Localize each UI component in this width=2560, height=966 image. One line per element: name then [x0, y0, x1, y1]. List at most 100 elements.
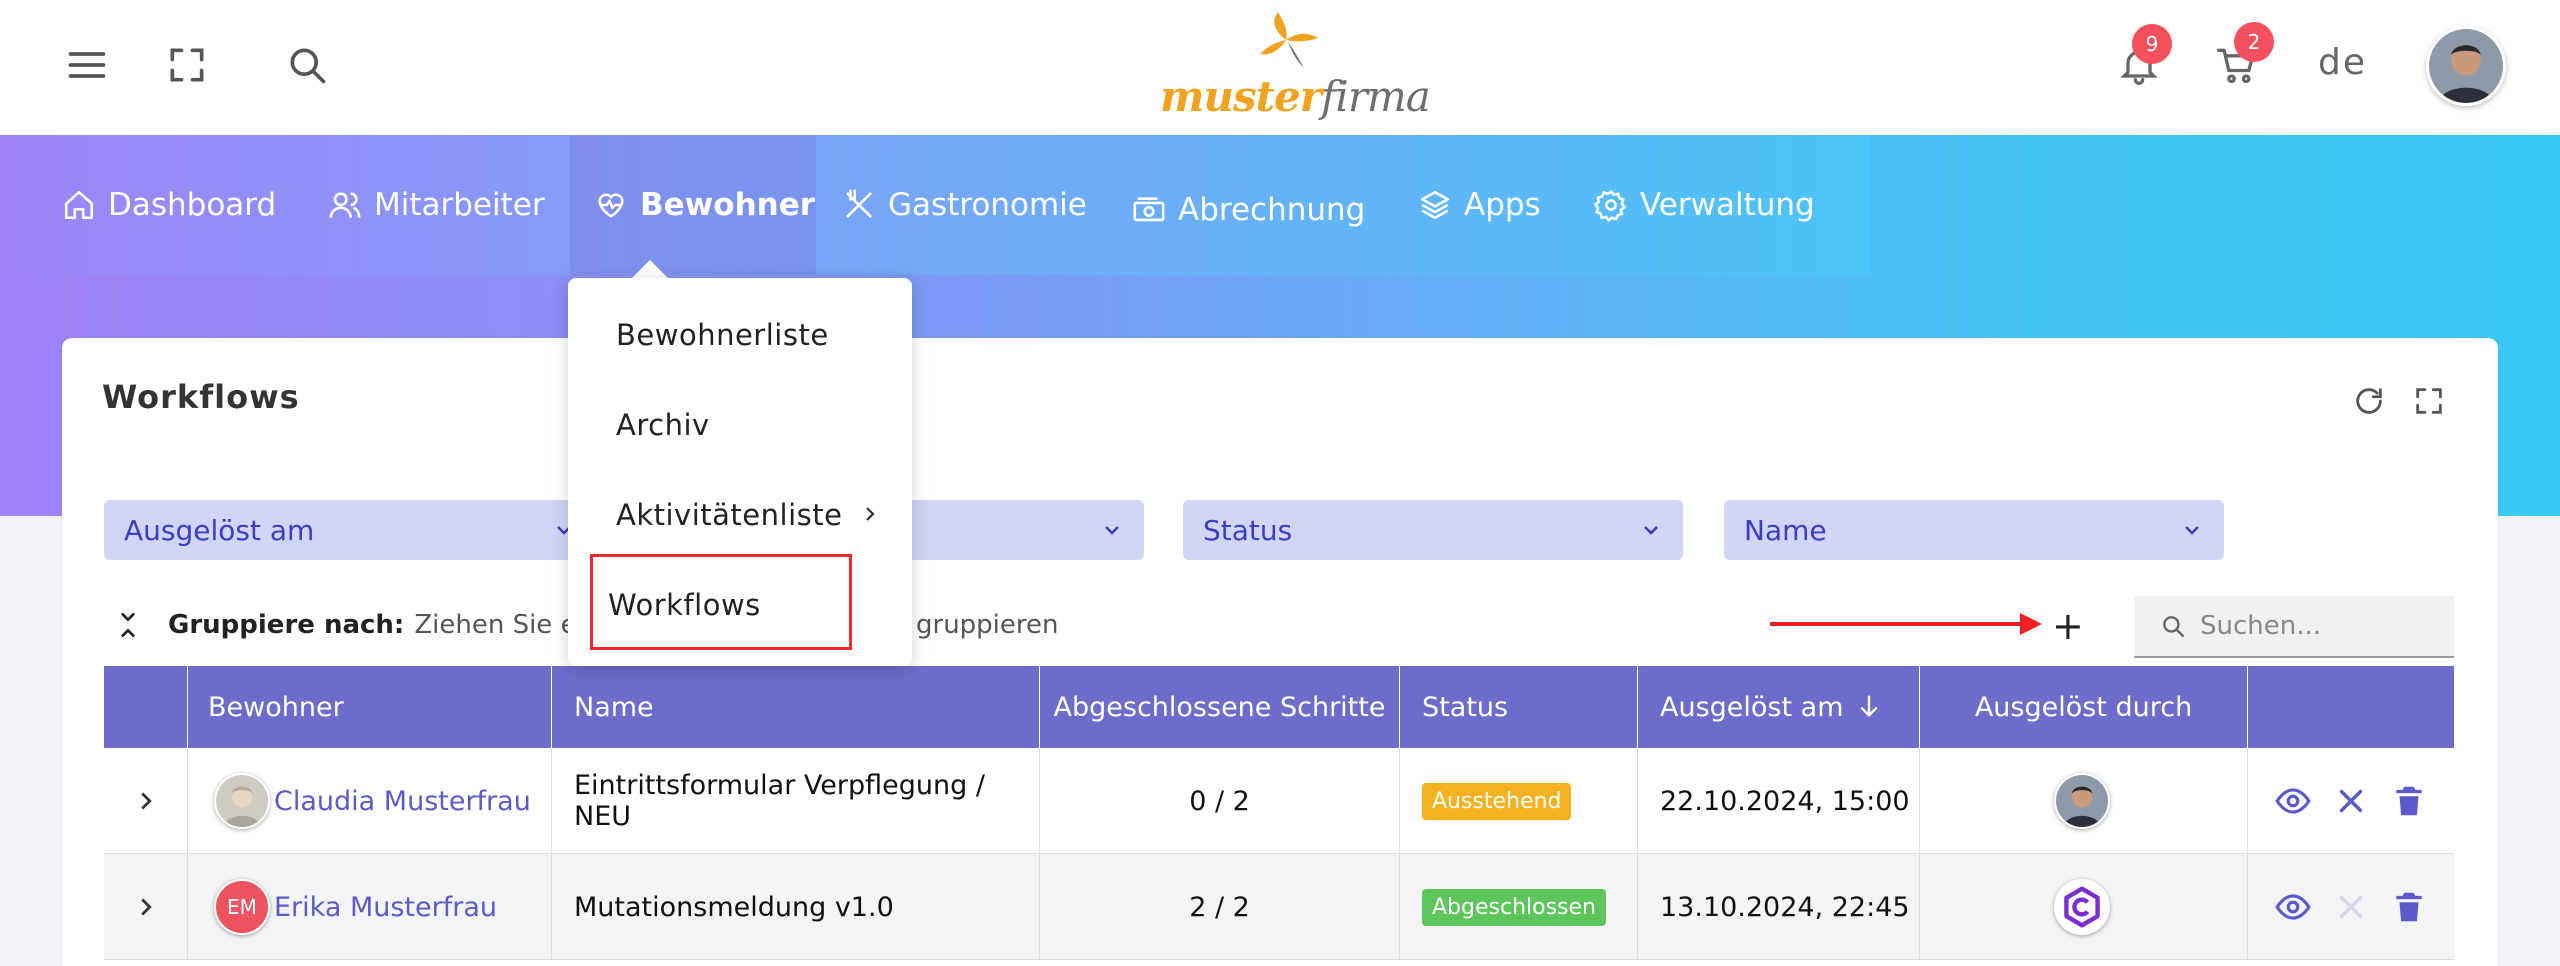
musterfirma-logo[interactable]: musterfirma	[1160, 10, 1431, 125]
top-bar: musterfirma 9 2 de	[0, 0, 2560, 135]
header-status[interactable]: Status	[1400, 666, 1638, 748]
nav-label-dashboard: Dashboard	[108, 187, 277, 223]
trash-icon[interactable]	[2390, 782, 2428, 820]
filter-label-status: Status	[1203, 513, 1293, 547]
user-avatar[interactable]	[2426, 26, 2506, 106]
cell-datum: 22.10.2024, 15:00	[1638, 748, 1920, 854]
header-ausgeloest-durch[interactable]: Ausgelöst durch	[1920, 666, 2248, 748]
nav-item-apps[interactable]: Apps	[1418, 135, 1541, 275]
cell-bewohner: EM Erika Musterfrau	[188, 854, 552, 960]
cancel-icon[interactable]	[2332, 782, 2370, 820]
nav-label-bewohner: Bewohner	[640, 187, 816, 223]
expand-row-button[interactable]	[104, 854, 188, 960]
cancel-icon-disabled	[2339, 895, 2363, 919]
expand-row-button[interactable]	[104, 748, 188, 854]
card-fullscreen-icon[interactable]	[2412, 384, 2446, 418]
group-by-row: Gruppiere nach: Ziehen Sie eine S	[112, 600, 641, 650]
nav-item-dashboard[interactable]: Dashboard	[62, 135, 276, 275]
cell-actions	[2248, 748, 2454, 854]
nav-label-apps: Apps	[1464, 187, 1541, 223]
table-row: EM Erika Musterfrau Mutationsmeldung v1.…	[104, 854, 2454, 960]
language-switcher[interactable]: de	[2318, 42, 2367, 83]
menu-item-bewohnerliste[interactable]: Bewohnerliste	[616, 318, 829, 352]
annotation-arrow	[1770, 622, 2030, 626]
search-icon	[2163, 616, 2184, 637]
filter-label-name: Name	[1744, 513, 1827, 547]
chevron-right-icon	[140, 898, 152, 916]
sort-down-icon[interactable]	[1855, 692, 1883, 720]
header-name[interactable]: Name	[552, 666, 1040, 748]
table-header: Bewohner Name Abgeschlossene Schritte St…	[104, 666, 2454, 748]
table-row: Claudia Musterfrau Eintrittsformular Ver…	[104, 748, 2454, 854]
nav-label-gastronomie: Gastronomie	[888, 187, 1087, 223]
header-bewohner[interactable]: Bewohner	[188, 666, 552, 748]
resident-initials-avatar: EM	[214, 879, 270, 935]
nav-item-bewohner[interactable]: Bewohner	[570, 135, 816, 275]
view-icon[interactable]	[2274, 888, 2312, 926]
header-actions	[2248, 666, 2454, 748]
layers-icon	[1420, 190, 1450, 220]
filter-ausgeloest-am[interactable]: Ausgelöst am	[104, 500, 596, 560]
resident-link[interactable]: Erika Musterfrau	[274, 892, 497, 923]
users-icon	[329, 192, 361, 218]
money-icon	[1133, 197, 1165, 222]
add-workflow-button[interactable]: +	[2052, 604, 2084, 648]
trigger-user-avatar	[2053, 773, 2110, 829]
menu-caret	[630, 260, 670, 280]
cell-bewohner: Claudia Musterfrau	[188, 748, 552, 854]
resident-avatar	[214, 773, 270, 829]
system-logo-avatar	[2053, 879, 2110, 935]
search-field[interactable]: Suchen...	[2134, 596, 2454, 658]
chevron-down-icon	[1644, 526, 1658, 535]
cell-name: Mutationsmeldung v1.0	[552, 854, 1040, 960]
chevron-right-icon	[866, 507, 875, 521]
fullscreen-icon[interactable]	[162, 40, 212, 90]
cell-status: Abgeschlossen	[1400, 854, 1638, 960]
filter-name[interactable]: Name	[1724, 500, 2224, 560]
nav-item-gastronomie[interactable]: Gastronomie	[842, 135, 1087, 275]
utensils-icon	[846, 189, 872, 218]
menu-item-archiv[interactable]: Archiv	[616, 408, 710, 442]
menu-item-aktivitaetenliste[interactable]: Aktivitätenliste	[616, 498, 842, 532]
resident-link[interactable]: Claudia Musterfrau	[274, 786, 531, 817]
cell-status: Ausstehend	[1400, 748, 1638, 854]
logo-text-firma: firma	[1320, 72, 1431, 121]
group-by-hint-right: gruppieren	[916, 610, 1059, 640]
group-by-label: Gruppiere nach:	[168, 610, 405, 640]
view-icon[interactable]	[2274, 782, 2312, 820]
annotation-arrow-head	[2020, 613, 2042, 635]
header-expand	[104, 666, 188, 748]
notification-badge: 9	[2132, 24, 2172, 64]
cell-datum: 13.10.2024, 22:45	[1638, 854, 1920, 960]
group-by-hint-end: gruppieren	[916, 600, 1059, 650]
collapse-icon[interactable]	[112, 609, 144, 641]
cell-actions	[2248, 854, 2454, 960]
filter-label-ausgeloest-am: Ausgelöst am	[124, 513, 315, 547]
hamburger-menu-icon[interactable]	[62, 40, 112, 90]
refresh-icon[interactable]	[2352, 384, 2386, 418]
cell-ausgeloest-durch	[1920, 748, 2248, 854]
workflows-highlight-box	[590, 554, 852, 650]
nav-label-abrechnung: Abrechnung	[1178, 192, 1366, 228]
page-title: Workflows	[102, 378, 300, 416]
nav-item-mitarbeiter[interactable]: Mitarbeiter	[328, 135, 545, 275]
chevron-right-icon	[140, 792, 152, 810]
header-ausgeloest-am-label: Ausgelöst am	[1660, 691, 1844, 723]
status-badge: Ausstehend	[1422, 782, 1572, 820]
cell-schritte: 2 / 2	[1040, 854, 1400, 960]
nav-item-verwaltung[interactable]: Verwaltung	[1594, 135, 1815, 275]
search-placeholder: Suchen...	[2200, 611, 2322, 641]
cell-ausgeloest-durch	[1920, 854, 2248, 960]
search-icon[interactable]	[282, 40, 332, 90]
filter-status[interactable]: Status	[1183, 500, 1683, 560]
gear-icon	[1594, 189, 1627, 222]
nav-item-abrechnung[interactable]: Abrechnung	[1132, 140, 1365, 280]
trash-icon[interactable]	[2390, 888, 2428, 926]
status-badge: Abgeschlossen	[1422, 888, 1606, 926]
logo-text-muster: muster	[1160, 72, 1322, 121]
header-ausgeloest-am[interactable]: Ausgelöst am	[1638, 666, 1920, 748]
cell-schritte: 0 / 2	[1040, 748, 1400, 854]
nav-label-verwaltung: Verwaltung	[1640, 187, 1815, 223]
home-icon	[64, 190, 94, 220]
header-abgeschlossene-schritte[interactable]: Abgeschlossene Schritte	[1040, 666, 1400, 748]
